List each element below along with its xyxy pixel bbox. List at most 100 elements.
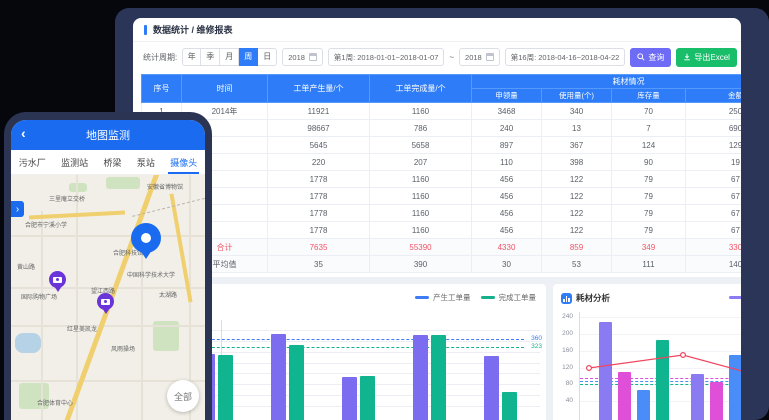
y-axis-tick: 200 xyxy=(555,330,573,337)
table-cell: 67 xyxy=(686,205,742,222)
table-row: 177811604561227967 xyxy=(142,188,742,205)
table-row: 56455658897367124129 xyxy=(142,137,742,154)
table-cell: 250 xyxy=(686,103,742,120)
reference-label: 360 xyxy=(531,335,542,342)
table-cell: 122 xyxy=(542,222,612,239)
sub-column-header: 库存量 xyxy=(612,89,686,103)
period-option-周[interactable]: 周 xyxy=(239,48,258,66)
accent-bar xyxy=(144,25,147,35)
legend-dash xyxy=(481,296,495,299)
end-week-picker[interactable]: 第16周: 2018-04-16~2018-04-22 xyxy=(505,48,626,66)
column-header: 序号 xyxy=(142,75,182,103)
phone-tab-摄像头[interactable]: 摄像头 xyxy=(170,152,197,173)
map-label: 黄山路 xyxy=(17,265,35,272)
table-cell: 390 xyxy=(370,256,472,273)
end-year-picker[interactable]: 2018 xyxy=(459,48,500,66)
map-label: 合肥体育中心 xyxy=(37,401,73,408)
bar xyxy=(637,390,650,420)
sub-column-header: 申领量 xyxy=(472,89,542,103)
period-option-月[interactable]: 月 xyxy=(220,48,239,66)
legend-label: 完成工单量 xyxy=(499,292,537,303)
table-cell: 122 xyxy=(542,205,612,222)
table-cell: 220 xyxy=(268,154,370,171)
table-cell: 456 xyxy=(472,205,542,222)
calendar-icon xyxy=(309,53,317,61)
phone-screen: ‹ 地图监测 污水厂监测站桥梁泵站摄像头 xyxy=(11,120,205,420)
table-cell: 98667 xyxy=(268,120,370,137)
table-cell: 1778 xyxy=(268,188,370,205)
dashboard-panel: 数据统计 / 维修报表 统计周期: 年季月周日 2018 第1周: 2018-0… xyxy=(133,18,741,420)
bar xyxy=(599,322,612,420)
table-cell: 1160 xyxy=(370,205,472,222)
map-label: 望江西路 xyxy=(91,289,115,296)
camera-marker[interactable] xyxy=(49,271,66,288)
y-axis-tick: 80 xyxy=(555,380,573,387)
chart-header: 耗材分析 xyxy=(561,292,610,304)
period-label: 统计周期: xyxy=(143,52,177,63)
table-cell: 330 xyxy=(686,239,742,256)
column-header: 工单完成量/个 xyxy=(370,75,472,103)
phone-tab-桥梁[interactable]: 桥梁 xyxy=(103,152,121,173)
table-cell: 122 xyxy=(542,171,612,188)
period-option-年[interactable]: 年 xyxy=(182,48,201,66)
dashboard-backdrop: 数据统计 / 维修报表 统计周期: 年季月周日 2018 第1周: 2018-0… xyxy=(115,8,769,420)
camera-icon xyxy=(101,299,110,305)
phone-tab-监测站[interactable]: 监测站 xyxy=(61,152,88,173)
bar xyxy=(710,382,723,420)
y-axis-line xyxy=(579,312,580,420)
map-label: 风雨操场 xyxy=(111,347,135,354)
consumables-chart-card: 耗材分析 2402001601208040 xyxy=(553,284,741,420)
table-cell: 79 xyxy=(612,188,686,205)
period-option-日[interactable]: 日 xyxy=(258,48,277,66)
table-cell: 1160 xyxy=(370,222,472,239)
period-option-季[interactable]: 季 xyxy=(201,48,220,66)
phone-tab-污水厂[interactable]: 污水厂 xyxy=(19,152,46,173)
back-icon[interactable]: ‹ xyxy=(21,125,26,141)
map-canvas[interactable]: › 全部 三里庵立交桥安徽省博物馆合肥市宁溪小学安徽大学合肥科技馆黄山路中国科学… xyxy=(11,175,205,420)
legend-item-完成工单量[interactable]: 完成工单量 xyxy=(481,292,537,303)
gridline xyxy=(579,317,741,318)
search-button[interactable]: 查询 xyxy=(630,48,671,67)
map-label: 合肥科技馆 xyxy=(113,251,143,258)
map-label: 安徽省博物馆 xyxy=(147,185,183,192)
map-label: 合肥市宁溪小学 xyxy=(25,223,67,230)
table-cell: 70 xyxy=(612,103,686,120)
legend-item-产生工单量[interactable]: 产生工单量 xyxy=(415,292,471,303)
start-week-picker[interactable]: 第1周: 2018-01-01~2018-01-07 xyxy=(328,48,444,66)
export-excel-button[interactable]: 导出Excel xyxy=(676,48,737,67)
range-separator: ~ xyxy=(449,53,454,62)
start-year-picker[interactable]: 2018 xyxy=(282,48,323,66)
selected-location-pin[interactable] xyxy=(131,223,161,253)
table-cell: 79 xyxy=(612,222,686,239)
reference-label: 323 xyxy=(531,343,542,350)
bar-completed xyxy=(502,392,517,420)
expand-panel-button[interactable]: › xyxy=(11,201,24,217)
table-row: 177811604561227967 xyxy=(142,171,742,188)
table-cell: 456 xyxy=(472,171,542,188)
table-cell: 456 xyxy=(472,222,542,239)
table-row: 98667786240137690 xyxy=(142,120,742,137)
bar-generated xyxy=(413,335,428,420)
table-cell: 35 xyxy=(268,256,370,273)
show-all-button[interactable]: 全部 xyxy=(167,380,199,412)
table-cell: 340 xyxy=(542,103,612,120)
period-segmented-control: 年季月周日 xyxy=(182,48,277,66)
table-cell: 1778 xyxy=(268,171,370,188)
table-cell: 349 xyxy=(612,239,686,256)
table-cell: 13 xyxy=(542,120,612,137)
table-cell: 122 xyxy=(542,188,612,205)
table-cell: 7635 xyxy=(268,239,370,256)
bar-completed xyxy=(218,355,233,420)
phone-tab-泵站[interactable]: 泵站 xyxy=(137,152,155,173)
table-cell: 19 xyxy=(686,154,742,171)
table-cell: 240 xyxy=(472,120,542,137)
table-cell: 90 xyxy=(612,154,686,171)
table-cell: 367 xyxy=(542,137,612,154)
table-cell: 79 xyxy=(612,205,686,222)
breadcrumb: 数据统计 / 维修报表 xyxy=(133,18,741,42)
table-cell: 7 xyxy=(612,120,686,137)
table-cell: 4330 xyxy=(472,239,542,256)
table-row: 12014年119211160346834070250 xyxy=(142,103,742,120)
map-label: 国际购物广场 xyxy=(21,295,57,302)
bar xyxy=(618,372,631,420)
